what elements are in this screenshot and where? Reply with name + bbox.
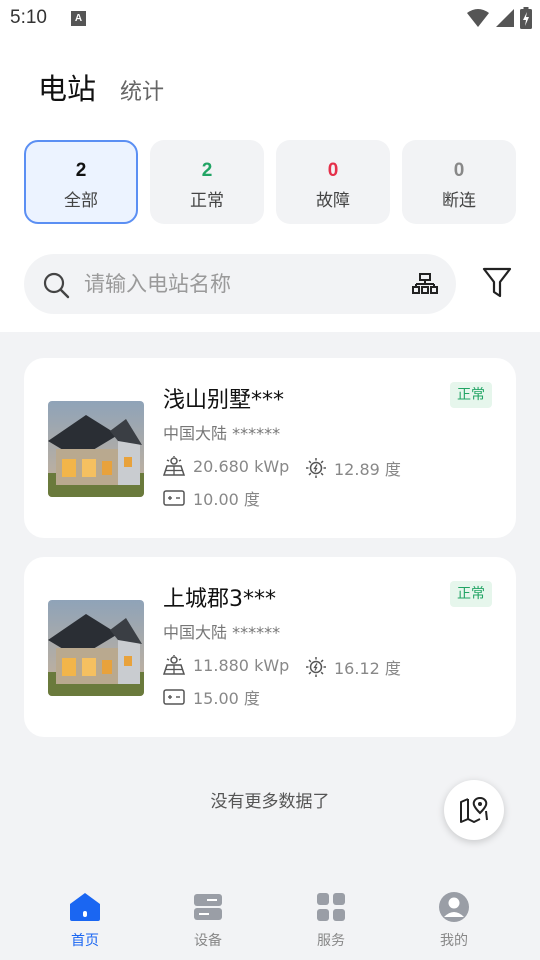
total-yield-metric: 10.00 度 — [163, 486, 260, 510]
capacity-metric: 20.680 kWp — [163, 456, 289, 476]
station-thumbnail — [48, 401, 144, 497]
search-input[interactable] — [84, 254, 404, 314]
daily-yield-value: 12.89 度 — [334, 460, 401, 479]
home-icon — [70, 893, 100, 921]
stat-count: 2 — [75, 160, 87, 181]
filter-icon[interactable] — [482, 267, 512, 299]
tab-label: 设备 — [194, 933, 222, 949]
stat-label: 故障 — [316, 191, 350, 211]
bottom-tab-bar: 首页 设备 服务 我的 — [0, 870, 540, 960]
solar-panel-icon — [163, 456, 185, 476]
total-yield-value: 15.00 度 — [193, 689, 260, 708]
battery-icon — [163, 689, 185, 705]
battery-charging-icon — [520, 7, 532, 29]
map-view-button[interactable] — [444, 780, 504, 840]
tab-devices[interactable]: 设备 — [168, 890, 248, 950]
header: 电站 统计 — [38, 66, 164, 108]
capacity-value: 20.680 kWp — [193, 456, 290, 476]
tab-label: 首页 — [71, 933, 99, 949]
stat-filter-normal[interactable]: 2 正常 — [150, 140, 264, 224]
profile-icon — [439, 892, 469, 922]
tab-statistics[interactable]: 统计 — [120, 74, 164, 106]
sun-energy-icon — [306, 458, 326, 478]
daily-yield-metric: 16.12 度 — [306, 655, 401, 679]
service-icon — [317, 893, 345, 921]
stat-filter-fault[interactable]: 0 故障 — [276, 140, 390, 224]
station-region: 中国大陆 ****** — [163, 623, 281, 642]
total-yield-metric: 15.00 度 — [163, 685, 260, 709]
cellular-signal-icon — [496, 9, 514, 27]
page-title[interactable]: 电站 — [38, 66, 96, 108]
battery-icon — [163, 490, 185, 506]
stat-count: 2 — [201, 160, 213, 181]
sun-energy-icon — [306, 657, 326, 677]
notification-icon: A — [71, 11, 86, 26]
daily-yield-value: 16.12 度 — [334, 659, 401, 678]
stat-count: 0 — [327, 160, 339, 181]
daily-yield-metric: 12.89 度 — [306, 456, 401, 480]
total-yield-value: 10.00 度 — [193, 490, 260, 509]
status-badge: 正常 — [450, 382, 492, 408]
status-bar: 5:10 A — [0, 0, 540, 38]
stat-label: 正常 — [190, 191, 224, 211]
stat-label: 断连 — [442, 191, 476, 211]
status-time: 5:10 — [10, 7, 47, 28]
station-thumbnail — [48, 600, 144, 696]
tab-label: 我的 — [440, 933, 468, 949]
station-region: 中国大陆 ****** — [163, 424, 281, 443]
stat-filter-all[interactable]: 2 全部 — [24, 140, 138, 224]
search-bar — [24, 254, 456, 314]
wifi-icon — [467, 9, 489, 27]
station-name: 上城郡3*** — [163, 587, 276, 612]
map-location-icon — [460, 796, 488, 823]
status-badge: 正常 — [450, 581, 492, 607]
device-icon — [194, 894, 222, 920]
station-card[interactable]: 浅山别墅*** 中国大陆 ****** 20.680 kWp 12.89 度 1… — [24, 358, 516, 538]
org-structure-icon[interactable] — [412, 273, 438, 295]
capacity-value: 11.880 kWp — [193, 655, 290, 675]
tab-profile[interactable]: 我的 — [414, 890, 494, 950]
station-name: 浅山别墅*** — [163, 388, 285, 413]
search-icon — [43, 272, 70, 299]
stat-label: 全部 — [64, 191, 98, 211]
tab-services[interactable]: 服务 — [291, 890, 371, 950]
tab-home[interactable]: 首页 — [45, 890, 125, 950]
stat-count: 0 — [453, 160, 465, 181]
stat-filter-disconnected[interactable]: 0 断连 — [402, 140, 516, 224]
tab-label: 服务 — [317, 933, 345, 949]
capacity-metric: 11.880 kWp — [163, 655, 289, 675]
solar-panel-icon — [163, 655, 185, 675]
station-card[interactable]: 上城郡3*** 中国大陆 ****** 11.880 kWp 16.12 度 1… — [24, 557, 516, 737]
